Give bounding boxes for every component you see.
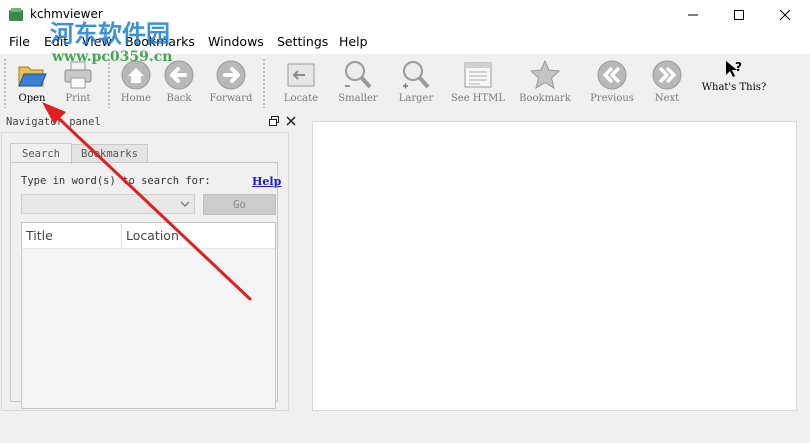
maximize-icon	[734, 10, 744, 20]
tab-bookmarks-label: Bookmarks	[81, 148, 138, 160]
previous-label: Previous	[590, 93, 634, 104]
bookmark-star-icon	[529, 59, 561, 90]
maximize-button[interactable]	[716, 0, 762, 30]
see-html-button[interactable]: See HTML	[450, 56, 506, 112]
tab-search-label: Search	[22, 148, 60, 160]
back-label: Back	[166, 93, 192, 104]
next-label: Next	[654, 93, 680, 104]
zoom-in-icon	[403, 61, 430, 89]
zoom-out-icon	[345, 61, 372, 89]
content-view[interactable]	[312, 121, 797, 411]
forward-label: Forward	[209, 93, 253, 104]
next-icon	[652, 60, 682, 90]
restore-icon	[269, 116, 279, 126]
chevron-down-icon	[180, 201, 190, 207]
search-prompt: Type in word(s) to search for:	[21, 175, 211, 187]
float-panel-button[interactable]	[268, 115, 280, 130]
tab-bookmarks[interactable]: Bookmarks	[71, 144, 148, 163]
menu-help[interactable]: Help	[339, 34, 368, 49]
menu-file[interactable]: File	[9, 34, 30, 49]
bookmark-button[interactable]: Bookmark	[516, 56, 574, 112]
search-results-list[interactable]	[21, 222, 276, 409]
whats-this-button[interactable]: ? What's This?	[694, 56, 774, 112]
whats-this-icon: ?	[726, 60, 742, 77]
locate-label: Locate	[283, 93, 319, 104]
navigator-title: Navigator panel	[6, 116, 101, 128]
locate-button[interactable]: Locate	[280, 56, 322, 112]
whats-this-label: What's This?	[701, 82, 767, 93]
close-panel-button[interactable]	[285, 115, 297, 130]
see-html-label: See HTML	[450, 93, 506, 104]
home-label: Home	[120, 93, 152, 104]
html-source-icon	[464, 62, 492, 88]
open-button[interactable]: Open	[12, 56, 52, 112]
watermark-url: www.pc0359.cn	[52, 49, 173, 65]
minimize-icon	[688, 14, 698, 16]
bookmark-label: Bookmark	[519, 93, 571, 104]
toolbar-separator	[3, 58, 7, 108]
larger-label: Larger	[398, 93, 434, 104]
column-title[interactable]: Title	[26, 228, 53, 243]
menu-windows[interactable]: Windows	[208, 34, 264, 49]
go-button[interactable]: Go	[203, 194, 276, 215]
larger-button[interactable]: Larger	[394, 56, 438, 112]
previous-icon	[597, 60, 627, 90]
toolbar-separator	[262, 58, 266, 108]
open-label: Open	[18, 93, 46, 104]
next-button[interactable]: Next	[648, 56, 686, 112]
print-label: Print	[65, 93, 91, 104]
arrow-right-icon	[216, 60, 246, 90]
watermark-title: 河东软件园	[50, 19, 170, 48]
go-button-label: Go	[233, 198, 246, 211]
column-divider	[121, 224, 122, 248]
forward-button[interactable]: Forward	[206, 56, 256, 112]
close-icon	[779, 9, 791, 21]
help-link[interactable]: Help	[252, 175, 281, 188]
smaller-label: Smaller	[338, 93, 378, 104]
watermark: 河东软件园 www.pc0359.cn	[50, 14, 172, 65]
minimize-button[interactable]	[670, 0, 716, 30]
menu-settings[interactable]: Settings	[277, 34, 328, 49]
svg-text:?: ?	[735, 60, 742, 74]
app-icon	[8, 7, 24, 23]
close-icon	[286, 116, 296, 126]
search-dropdown-button[interactable]	[179, 198, 191, 213]
column-location[interactable]: Location	[126, 228, 179, 243]
close-button[interactable]	[762, 0, 808, 30]
tab-search[interactable]: Search	[10, 143, 72, 164]
locate-icon	[287, 63, 315, 87]
smaller-button[interactable]: Smaller	[334, 56, 382, 112]
toolbar-separator	[107, 58, 111, 108]
previous-button[interactable]: Previous	[584, 56, 640, 112]
search-input[interactable]	[21, 194, 195, 214]
open-folder-icon	[18, 66, 47, 87]
